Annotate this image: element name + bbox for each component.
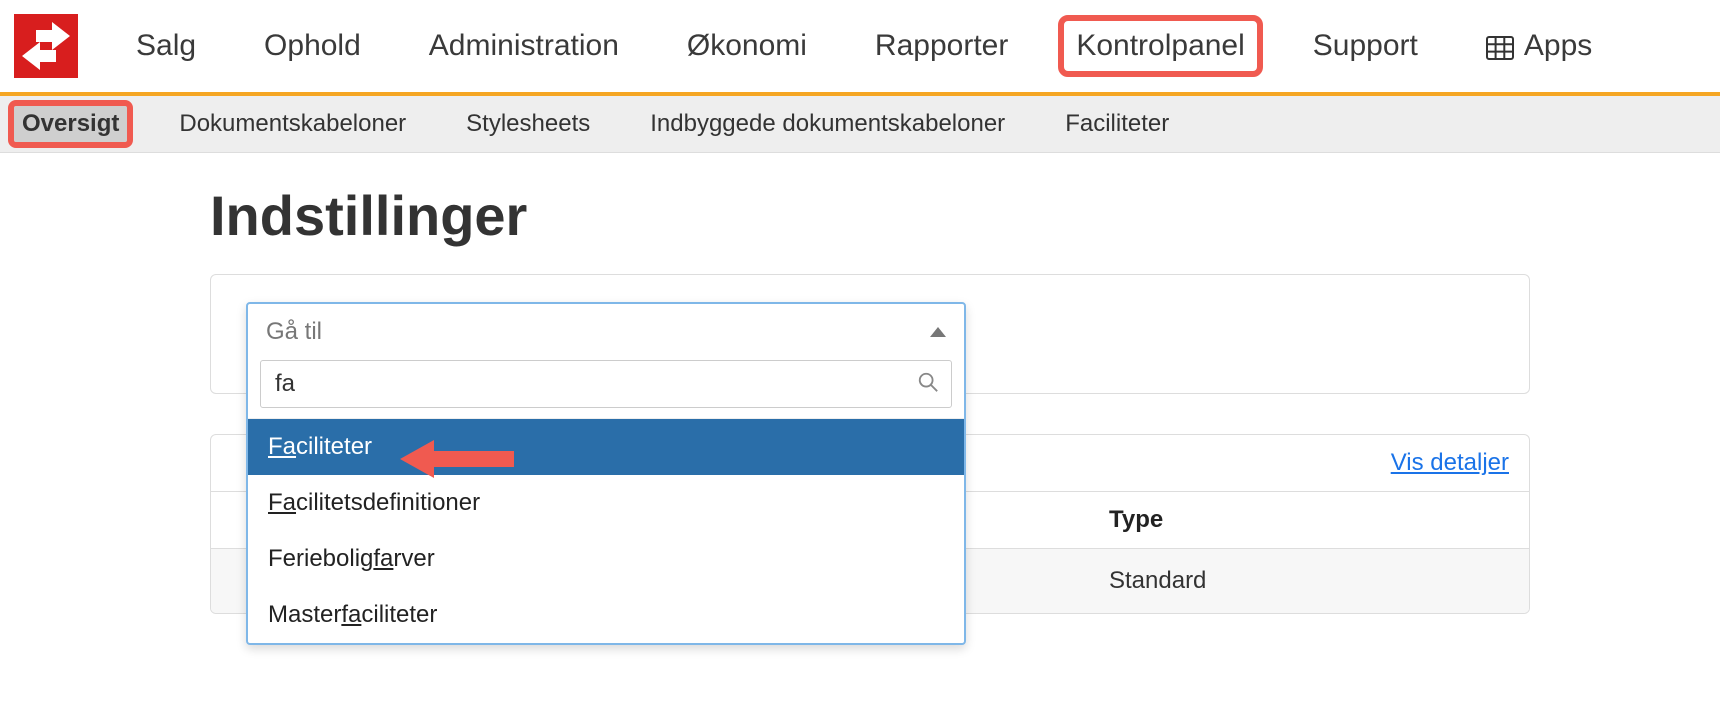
subnav-dokumentskabeloner[interactable]: Dokumentskabeloner xyxy=(171,106,414,142)
search-icon xyxy=(917,371,939,398)
column-header-type: Type xyxy=(1109,506,1163,534)
nav-apps-label: Apps xyxy=(1524,29,1592,63)
option-text-match: fa xyxy=(373,545,393,572)
option-text-post: ciliteter xyxy=(361,601,437,628)
combobox-options: Faciliteter Facilitetsdefinitioner Ferie… xyxy=(248,418,964,643)
combobox-header[interactable]: Gå til xyxy=(248,304,964,360)
nav-salg[interactable]: Salg xyxy=(126,23,206,69)
nav-apps[interactable]: Apps xyxy=(1476,23,1602,69)
top-nav: Salg Ophold Administration Økonomi Rappo… xyxy=(0,0,1720,96)
subnav-indbyggede-dokumentskabeloner[interactable]: Indbyggede dokumentskabeloner xyxy=(642,106,1013,142)
combobox-search-input[interactable] xyxy=(273,369,917,399)
subnav-stylesheets[interactable]: Stylesheets xyxy=(458,106,598,142)
combobox-option-facilitetsdefinitioner[interactable]: Facilitetsdefinitioner xyxy=(248,475,964,531)
option-text-match: Fa xyxy=(268,433,296,460)
nav-rapporter[interactable]: Rapporter xyxy=(865,23,1018,69)
page-title: Indstillinger xyxy=(210,183,1720,248)
nav-administration[interactable]: Administration xyxy=(419,23,629,69)
option-text-match: fa xyxy=(341,601,361,628)
chevron-up-icon xyxy=(930,327,946,337)
sub-nav: Oversigt Dokumentskabeloner Stylesheets … xyxy=(0,96,1720,153)
option-text-post: cilitetsdefinitioner xyxy=(296,489,480,516)
option-text-post: rver xyxy=(393,545,434,572)
nav-kontrolpanel[interactable]: Kontrolpanel xyxy=(1066,23,1254,69)
nav-ophold[interactable]: Ophold xyxy=(254,23,371,69)
option-text-pre: Master xyxy=(268,601,341,628)
option-text-match: Fa xyxy=(268,489,296,516)
grid-icon xyxy=(1486,34,1514,58)
combobox-search[interactable] xyxy=(260,360,952,408)
option-text-pre: Feriebolig xyxy=(268,545,373,572)
cell-type: Standard xyxy=(1109,567,1206,595)
subnav-oversigt[interactable]: Oversigt xyxy=(14,106,127,142)
nav-support[interactable]: Support xyxy=(1303,23,1428,69)
combobox-option-faciliteter[interactable]: Faciliteter xyxy=(248,419,964,475)
option-text-post: ciliteter xyxy=(296,433,372,460)
app-logo xyxy=(14,14,78,78)
subnav-faciliteter[interactable]: Faciliteter xyxy=(1057,106,1177,142)
combobox-option-ferieboligfarver[interactable]: Ferieboligfarver xyxy=(248,531,964,587)
combobox-option-masterfaciliteter[interactable]: Masterfaciliteter xyxy=(248,587,964,643)
nav-okonomi[interactable]: Økonomi xyxy=(677,23,817,69)
combobox-placeholder: Gå til xyxy=(266,318,322,346)
vis-detaljer-link[interactable]: Vis detaljer xyxy=(1391,449,1509,477)
go-to-combobox[interactable]: Gå til Faciliteter Facilitetsdefinitione… xyxy=(246,302,966,645)
